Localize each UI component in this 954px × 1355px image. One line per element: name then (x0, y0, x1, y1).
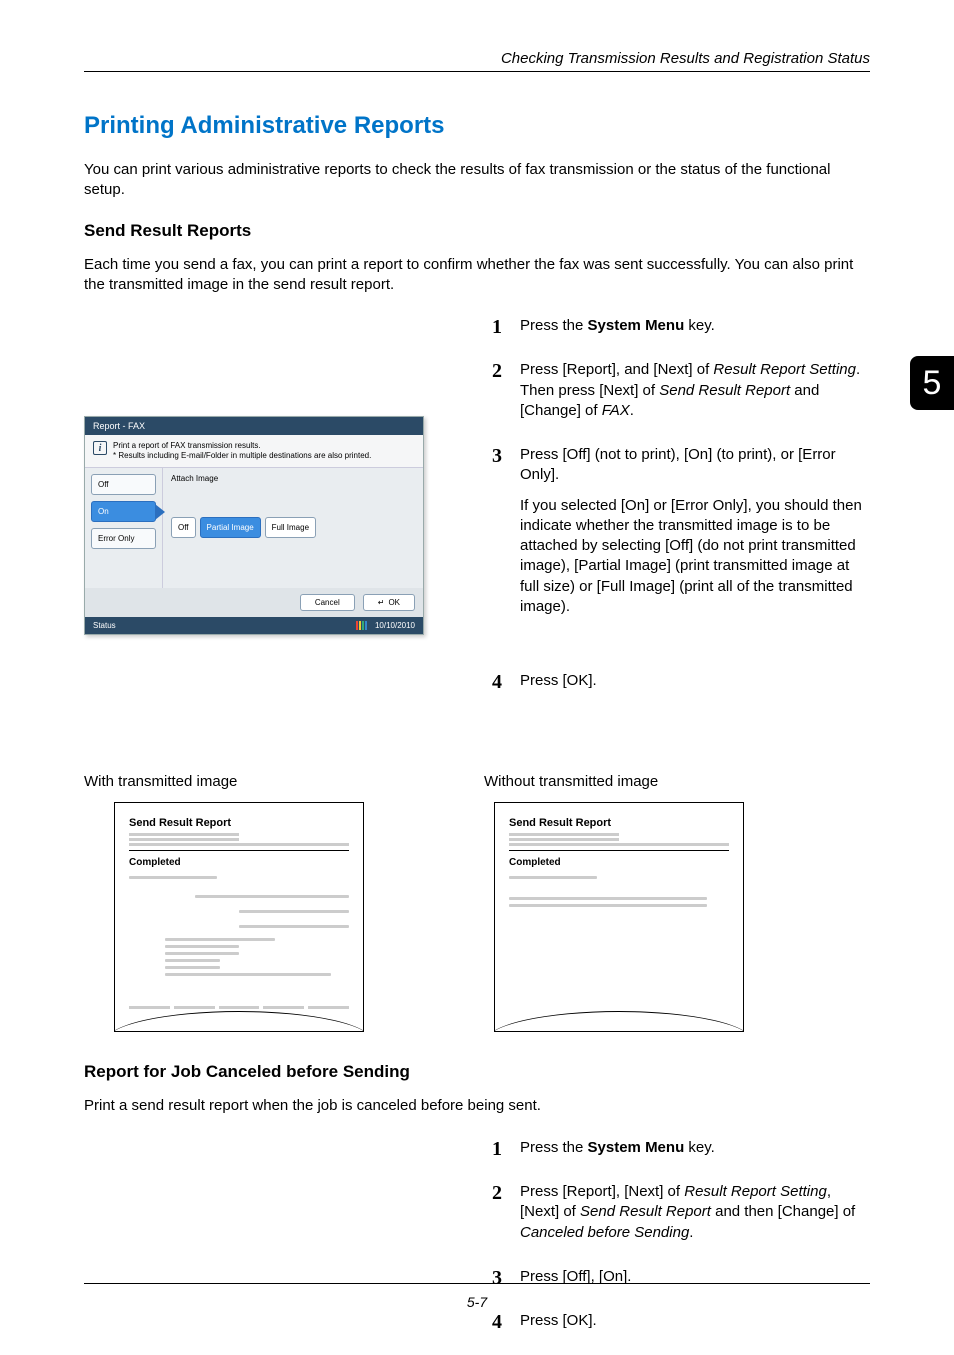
header-text: Checking Transmission Results and Regist… (84, 50, 870, 67)
step-number: 3 (484, 445, 502, 627)
left-column: Report - FAX i Print a report of FAX tra… (84, 316, 454, 715)
thumb-status: Completed (495, 855, 743, 870)
step-number: 2 (484, 360, 502, 431)
running-header: Checking Transmission Results and Regist… (84, 50, 870, 72)
panel-footer-buttons: Cancel ↵OK (85, 588, 423, 617)
panel-info-row: i Print a report of FAX transmission res… (85, 435, 423, 468)
panel-title: Report - FAX (85, 417, 423, 435)
enter-icon: ↵ (378, 598, 385, 607)
cancel-button[interactable]: Cancel (300, 594, 355, 611)
step-number: 4 (484, 671, 502, 701)
step-body: Press [Off] (not to print), [On] (to pri… (520, 445, 870, 627)
report-fax-panel: Report - FAX i Print a report of FAX tra… (84, 416, 424, 635)
ok-button[interactable]: ↵OK (363, 594, 415, 611)
send-result-reports-text: Each time you send a fax, you can print … (84, 255, 870, 294)
option-error-only[interactable]: Error Only (91, 528, 156, 549)
step-2: 2 Press [Report], and [Next] of Result R… (484, 360, 870, 431)
step-number: 2 (484, 1182, 502, 1253)
thumb-title: Send Result Report (495, 803, 743, 831)
chapter-tab-label: 5 (923, 364, 942, 403)
attach-image-options: Off Partial Image Full Image (171, 517, 415, 538)
cancel-label: Cancel (315, 598, 340, 607)
thumb-status: Completed (115, 855, 363, 870)
step-b1: 1 Press the System Menu key. (484, 1138, 870, 1168)
attach-image-label: Attach Image (171, 474, 415, 483)
panel-info-text: Print a report of FAX transmission resul… (113, 441, 371, 461)
step-4: 4 Press [OK]. (484, 671, 870, 701)
step-number: 4 (484, 1311, 502, 1341)
two-column-layout: Report - FAX i Print a report of FAX tra… (84, 316, 870, 715)
report-thumbnails: Send Result Report Completed Send Result… (84, 802, 870, 1032)
canceled-text: Print a send result report when the job … (84, 1096, 870, 1116)
step-b2: 2 Press [Report], [Next] of Result Repor… (484, 1182, 870, 1253)
option-on[interactable]: On (91, 501, 156, 522)
canceled-heading: Report for Job Canceled before Sending (84, 1062, 870, 1082)
thumb-captions: With transmitted image Without transmitt… (84, 773, 870, 790)
thumb-with-image: Send Result Report Completed (114, 802, 364, 1032)
step-1: 1 Press the System Menu key. (484, 316, 870, 346)
intro-paragraph: You can print various administrative rep… (84, 160, 870, 199)
step-number: 1 (484, 316, 502, 346)
steps-b-layout: 1 Press the System Menu key. 2 Press [Re… (84, 1138, 870, 1355)
attach-off[interactable]: Off (171, 517, 196, 538)
caption-with-image: With transmitted image (84, 773, 484, 790)
step-body: Press the System Menu key. (520, 316, 870, 346)
caption-without-image: Without transmitted image (484, 773, 658, 790)
step-body: Press [OK]. (520, 671, 870, 701)
status-date: 10/10/2010 (375, 621, 415, 630)
attach-partial[interactable]: Partial Image (200, 517, 261, 538)
page-number: 5-7 (467, 1294, 487, 1310)
step-3: 3 Press [Off] (not to print), [On] (to p… (484, 445, 870, 627)
page-footer: 5-7 (84, 1283, 870, 1310)
attach-full[interactable]: Full Image (265, 517, 316, 538)
panel-side-options: Off On Error Only (85, 468, 163, 588)
step-body: Press [Report], and [Next] of Result Rep… (520, 360, 870, 431)
status-label[interactable]: Status (93, 621, 116, 630)
page: Checking Transmission Results and Regist… (0, 0, 954, 1350)
panel-info-line2: * Results including E-mail/Folder in mul… (113, 451, 371, 461)
send-result-reports-heading: Send Result Reports (84, 221, 870, 241)
panel-status-bar: Status 10/10/2010 (85, 617, 423, 634)
right-column: 1 Press the System Menu key. 2 Press [Re… (484, 316, 870, 715)
info-icon: i (93, 441, 107, 455)
ok-label: OK (388, 598, 400, 607)
step-number: 1 (484, 1138, 502, 1168)
panel-body: Off On Error Only Attach Image Off Parti… (85, 468, 423, 588)
thumb-without-image: Send Result Report Completed (494, 802, 744, 1032)
page-title: Printing Administrative Reports (84, 112, 870, 140)
panel-info-line1: Print a report of FAX transmission resul… (113, 441, 371, 451)
panel-main: Attach Image Off Partial Image Full Imag… (163, 468, 423, 588)
signal-icon (356, 621, 367, 630)
step-b4: 4 Press [OK]. (484, 1311, 870, 1341)
thumb-title: Send Result Report (115, 803, 363, 831)
option-off[interactable]: Off (91, 474, 156, 495)
chapter-tab: 5 (910, 356, 954, 410)
